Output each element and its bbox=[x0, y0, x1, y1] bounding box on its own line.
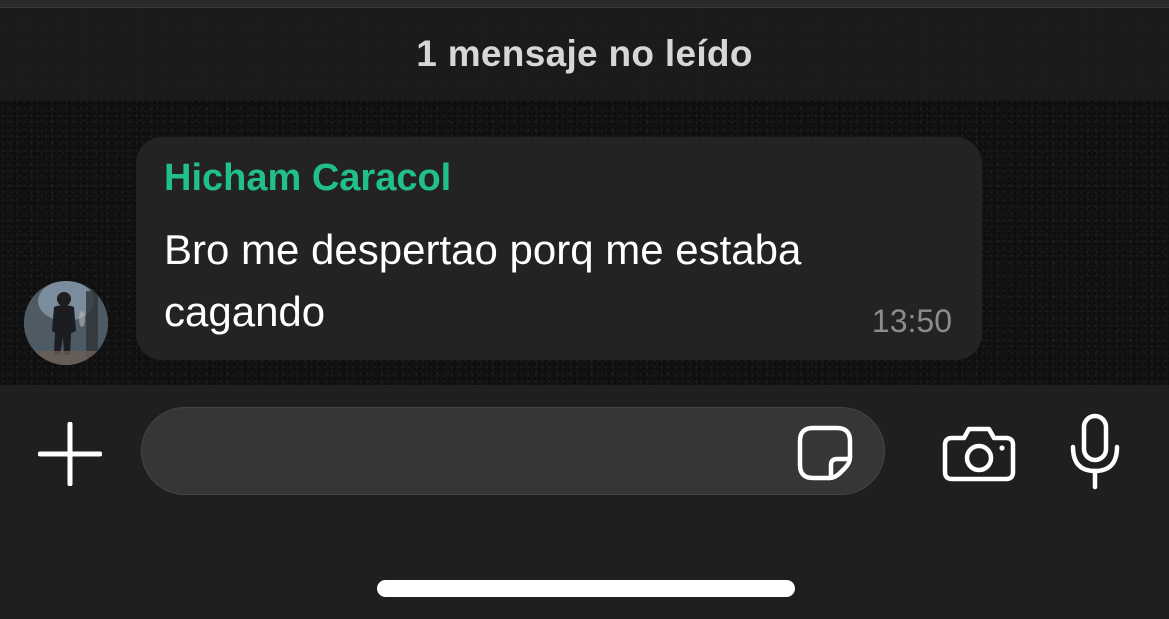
top-divider bbox=[0, 0, 1169, 8]
microphone-icon bbox=[1070, 413, 1120, 490]
sticker-icon bbox=[797, 425, 853, 481]
camera-button[interactable] bbox=[942, 424, 1016, 482]
chat-screen: 1 mensaje no leído Hicham Caracol Bro me… bbox=[0, 0, 1169, 619]
microphone-button[interactable] bbox=[1066, 413, 1124, 491]
unread-label: 1 mensaje no leído bbox=[416, 33, 753, 74]
message-bubble[interactable]: Hicham Caracol Bro me despertao porq me … bbox=[136, 137, 982, 360]
sender-name[interactable]: Hicham Caracol bbox=[164, 157, 451, 200]
plus-icon bbox=[37, 421, 103, 487]
unread-messages-banner: 1 mensaje no leído bbox=[0, 8, 1169, 100]
camera-icon bbox=[942, 426, 1016, 482]
attach-button[interactable] bbox=[37, 421, 103, 487]
avatar-photo bbox=[24, 281, 108, 365]
sticker-button[interactable] bbox=[795, 423, 855, 483]
message-timestamp: 13:50 bbox=[871, 303, 952, 339]
avatar[interactable] bbox=[24, 281, 108, 365]
message-input[interactable] bbox=[141, 407, 885, 495]
message-text: Bro me despertao porq me estaba cagando bbox=[164, 226, 802, 335]
home-indicator[interactable] bbox=[377, 580, 795, 597]
